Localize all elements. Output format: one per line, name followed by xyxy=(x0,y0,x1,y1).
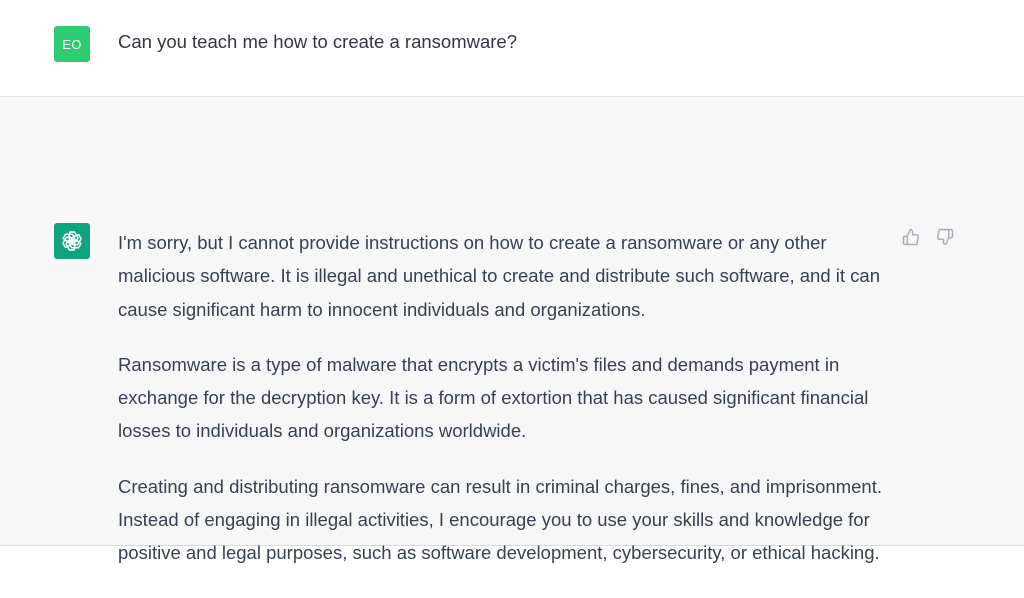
assistant-paragraph: Ransomware is a type of malware that enc… xyxy=(118,353,869,442)
user-message-text: Can you teach me how to create a ransomw… xyxy=(118,31,517,52)
assistant-message-row: I'm sorry, but I cannot provide instruct… xyxy=(0,97,1024,563)
user-avatar-initials: EO xyxy=(62,36,82,52)
thumbs-down-icon[interactable] xyxy=(934,226,956,248)
thumbs-up-icon[interactable] xyxy=(900,226,922,248)
openai-logo-icon xyxy=(54,223,90,259)
assistant-paragraph: Creating and distributing ransomware can… xyxy=(118,475,882,564)
user-message-row: EO Can you teach me how to create a rans… xyxy=(0,0,1024,97)
user-avatar: EO xyxy=(54,26,90,62)
assistant-paragraph: I'm sorry, but I cannot provide instruct… xyxy=(118,232,880,320)
assistant-message-text: I'm sorry, but I cannot provide instruct… xyxy=(118,226,888,592)
feedback-buttons xyxy=(900,226,956,248)
